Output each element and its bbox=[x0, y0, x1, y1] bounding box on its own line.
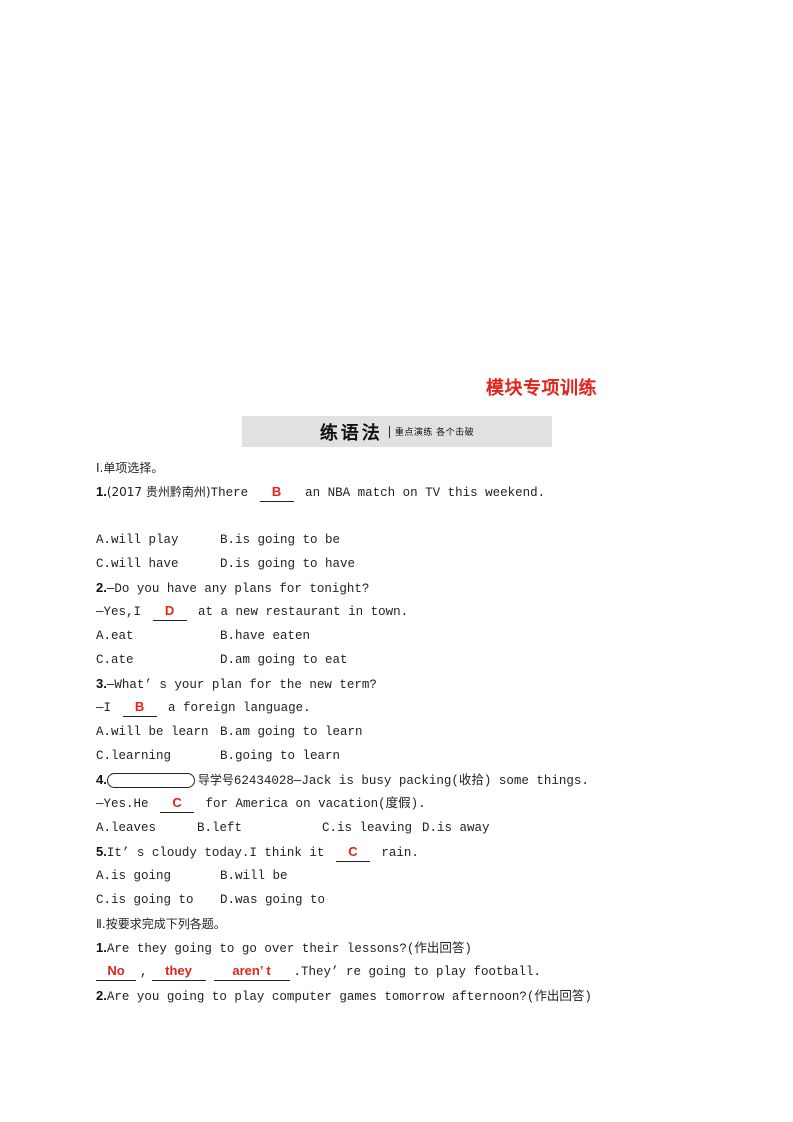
part2-answer-1: No, they aren’ t .They’ re going to play fo… bbox=[96, 960, 716, 984]
option-b: B.is going to be bbox=[220, 533, 341, 547]
question-text-after: at a new restaurant in town. bbox=[198, 605, 409, 619]
exercise-content: Ⅰ.单项选择。 1.(2017 贵州黔南州)There B an NBA mat… bbox=[96, 456, 716, 1008]
question-text-after: for America on vacation(度假). bbox=[205, 797, 426, 811]
answer: B bbox=[271, 484, 282, 499]
option-b: B.am going to learn bbox=[220, 725, 363, 739]
answer: C bbox=[348, 844, 358, 859]
section-divider bbox=[388, 425, 390, 438]
options-row: C.learning B.going to learn bbox=[96, 744, 716, 768]
options-row: C.ate D.am going to eat bbox=[96, 648, 716, 672]
option-a: A.leaves bbox=[96, 821, 157, 835]
options-row: C.is going to D.was going to bbox=[96, 888, 716, 912]
options-row: A.eat B.have eaten bbox=[96, 624, 716, 648]
answer-blank: they bbox=[151, 963, 206, 981]
part2-question-2: 2.Are you going to play computer games t… bbox=[96, 984, 716, 1008]
option-a: A.will play bbox=[96, 533, 179, 547]
question-5: 5.It’ s cloudy today.I think it C rain. bbox=[96, 840, 716, 864]
options-row: A.will play B.is going to be bbox=[96, 528, 716, 552]
options-row: A.is going B.will be bbox=[96, 864, 716, 888]
question-number: 3. bbox=[96, 676, 107, 691]
section-banner: 练语法 重点演练 各个击破 bbox=[242, 416, 552, 447]
section-subtitle: 重点演练 各个击破 bbox=[394, 428, 475, 438]
options-row: A.will be learn B.am going to learn bbox=[96, 720, 716, 744]
option-c: C.is leaving bbox=[322, 821, 413, 835]
answer-blank: aren’ t bbox=[213, 963, 290, 981]
question-text-before: —Yes.He bbox=[96, 797, 149, 811]
option-b: B.will be bbox=[220, 869, 288, 883]
question-number: 2. bbox=[96, 988, 107, 1003]
part2-heading: Ⅱ.按要求完成下列各题。 bbox=[96, 917, 226, 931]
part1-heading: Ⅰ.单项选择。 bbox=[96, 461, 164, 475]
guide-number: 62434028 bbox=[233, 774, 294, 788]
answer: aren’ t bbox=[232, 963, 271, 978]
guide-label: 导学号 bbox=[197, 773, 234, 787]
question-number: 4. bbox=[96, 772, 107, 787]
answer-blank: B bbox=[259, 484, 294, 502]
answer: No bbox=[107, 963, 125, 978]
option-c: C.is going to bbox=[96, 893, 194, 907]
question-text-before: There bbox=[210, 486, 249, 500]
part2-question-1: 1.Are they going to go over their lesson… bbox=[96, 936, 716, 960]
question-4: 4. 导学号62434028—Jack is busy packing(收拾) s… bbox=[96, 768, 716, 792]
question-number: 5. bbox=[96, 844, 107, 859]
module-title: 模块专项训练 bbox=[486, 378, 597, 399]
option-a: A.is going bbox=[96, 869, 172, 883]
option-d: D.was going to bbox=[220, 893, 326, 907]
question-text-after: rain. bbox=[381, 846, 419, 860]
option-d: D.am going to eat bbox=[220, 653, 348, 667]
question-text-before: —Yes,I bbox=[96, 605, 142, 619]
question-prompt: —Do you have any plans for tonight? bbox=[106, 582, 370, 596]
question-source: (2017 贵州黔南州) bbox=[106, 485, 211, 499]
answer: D bbox=[164, 603, 175, 618]
question-number: 1. bbox=[96, 484, 107, 499]
question-number: 2. bbox=[96, 580, 107, 595]
question-4-response: —Yes.He C for America on vacation(度假). bbox=[96, 792, 716, 816]
answer-blank: C bbox=[335, 844, 370, 862]
option-c: C.will have bbox=[96, 557, 179, 571]
answer: B bbox=[134, 699, 145, 714]
option-a: A.will be learn bbox=[96, 725, 209, 739]
option-d: D.is away bbox=[422, 821, 490, 835]
question-3: 3.—What’ s your plan for the new term? bbox=[96, 672, 716, 696]
question-text-after: an NBA match on TV this weekend. bbox=[305, 486, 546, 500]
answer: C bbox=[172, 795, 182, 810]
answer-blank: D bbox=[152, 603, 187, 621]
option-b: B.left bbox=[197, 821, 243, 835]
option-c: C.learning bbox=[96, 749, 172, 763]
question-text: Are they going to go over their lessons?… bbox=[106, 942, 472, 956]
answer-text-after: .They’ re going to play football. bbox=[293, 965, 542, 979]
question-number: 1. bbox=[96, 940, 107, 955]
question-text-after: a foreign language. bbox=[168, 701, 311, 715]
answer: they bbox=[165, 963, 192, 978]
answer-blank: C bbox=[160, 795, 195, 813]
answer-blank: B bbox=[122, 699, 157, 717]
question-text-before: —I bbox=[96, 701, 112, 715]
option-d: B.going to learn bbox=[220, 749, 341, 763]
question-prompt: —Jack is busy packing(收拾) some things. bbox=[293, 774, 589, 788]
guide-badge bbox=[106, 773, 195, 789]
question-2-response: —Yes,I D at a new restaurant in town. bbox=[96, 600, 716, 624]
option-b: B.have eaten bbox=[220, 629, 311, 643]
question-3-response: —I B a foreign language. bbox=[96, 696, 716, 720]
question-text: Are you going to play computer games tom… bbox=[106, 990, 592, 1004]
question-1: 1.(2017 贵州黔南州)There B an NBA match on TV… bbox=[96, 480, 716, 504]
option-d: D.is going to have bbox=[220, 557, 356, 571]
answer-blank: No bbox=[96, 963, 136, 981]
section-title: 练语法 bbox=[319, 422, 383, 444]
option-c: C.ate bbox=[96, 653, 134, 667]
options-row: C.will have D.is going to have bbox=[96, 552, 716, 576]
question-prompt: —What’ s your plan for the new term? bbox=[106, 678, 377, 692]
option-a: A.eat bbox=[96, 629, 134, 643]
question-2: 2.—Do you have any plans for tonight? bbox=[96, 576, 716, 600]
options-row: A.leaves B.left C.is leaving D.is away bbox=[96, 816, 716, 840]
question-text-before: It’ s cloudy today.I think it bbox=[106, 846, 325, 860]
